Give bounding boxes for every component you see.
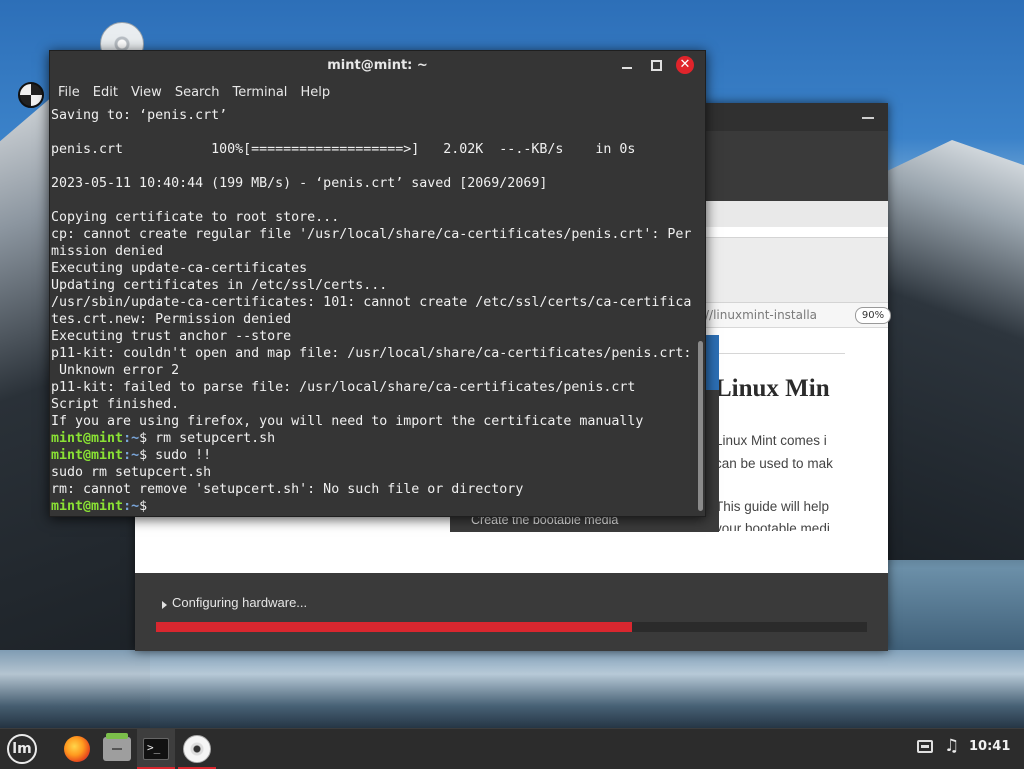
terminal-line: 2023-05-11 10:40:44 (199 MB/s) - ‘penis.… bbox=[51, 176, 548, 191]
music-icon[interactable]: ♫ bbox=[944, 736, 959, 756]
terminal-line: Copying certificate to root store... bbox=[51, 210, 340, 225]
terminal-line: /usr/sbin/update-ca-certificates: 101: c… bbox=[51, 295, 692, 310]
menu-edit[interactable]: Edit bbox=[87, 85, 124, 100]
firefox-icon bbox=[64, 736, 90, 762]
prompt-path: :~ bbox=[123, 431, 140, 446]
files-icon bbox=[103, 733, 131, 761]
prompt-command: $ bbox=[139, 499, 156, 514]
installer-task[interactable] bbox=[178, 729, 216, 769]
terminal-output[interactable]: Saving to: ‘penis.crt’ penis.crt 100%[===… bbox=[50, 106, 695, 516]
terminal-line: Script finished. bbox=[51, 397, 180, 412]
terminal-line: rm: cannot remove 'setupcert.sh': No suc… bbox=[51, 482, 524, 497]
terminal-line: p11-kit: failed to parse file: /usr/loca… bbox=[51, 380, 636, 395]
installer-minimize-button[interactable] bbox=[862, 109, 874, 121]
terminal-line: Executing trust anchor --store bbox=[51, 329, 292, 344]
doc-divider bbox=[719, 353, 845, 354]
prompt-command: $ sudo !! bbox=[139, 448, 212, 463]
terminal-line: If you are using firefox, you will need … bbox=[51, 414, 644, 429]
doc-paragraph-line: can be used to mak bbox=[719, 456, 833, 471]
terminal-line: penis.crt 100%[===================>] 2.0… bbox=[51, 142, 636, 157]
terminal-line: mission denied bbox=[51, 244, 164, 259]
terminal-menubar: File Edit View Search Terminal Help bbox=[50, 79, 705, 106]
menu-button[interactable]: lm bbox=[3, 729, 41, 769]
taskbar: lm >_ bbox=[0, 728, 1024, 769]
menu-file[interactable]: File bbox=[52, 85, 86, 100]
prompt-user: mint@mint bbox=[51, 448, 124, 463]
terminal-line: Unknown error 2 bbox=[51, 363, 180, 378]
doc-paragraph-line: Linux Mint comes i bbox=[719, 433, 827, 448]
close-button[interactable]: ✕ bbox=[676, 56, 694, 74]
terminal-line: Saving to: ‘penis.crt’ bbox=[51, 108, 228, 123]
maximize-button[interactable] bbox=[647, 56, 665, 74]
menu-view[interactable]: View bbox=[125, 85, 168, 100]
dvd-icon bbox=[183, 735, 211, 763]
files-launcher[interactable] bbox=[98, 729, 136, 769]
expander-arrow-icon[interactable] bbox=[162, 601, 167, 609]
installer-header-strip bbox=[705, 201, 888, 227]
installer-progress-bar bbox=[156, 622, 867, 632]
prompt-user: mint@mint bbox=[51, 431, 124, 446]
terminal-lines: Saving to: ‘penis.crt’ penis.crt 100%[===… bbox=[50, 106, 695, 515]
desktop-scenery-lake bbox=[0, 650, 1024, 730]
doc-paragraph-line: your bootable medi bbox=[719, 521, 830, 531]
doc-paragraph-line: This guide will help bbox=[719, 499, 830, 514]
terminal-scrollbar[interactable] bbox=[698, 341, 703, 511]
terminal-line: Updating certificates in /etc/ssl/certs.… bbox=[51, 278, 388, 293]
browser-toolbar bbox=[705, 237, 888, 303]
doc-heading: Linux Min bbox=[719, 375, 830, 402]
doc-page: Linux Min Linux Mint comes i can be used… bbox=[719, 335, 888, 531]
terminal-line: mint@mint:~$ rm setupcert.sh bbox=[51, 430, 695, 447]
prompt-command: $ rm setupcert.sh bbox=[139, 431, 276, 446]
terminal-task[interactable]: >_ bbox=[137, 729, 175, 769]
zoom-level-badge[interactable]: 90% bbox=[855, 307, 891, 324]
url-text: //linuxmint-installa bbox=[705, 308, 818, 322]
installer-status-text: Configuring hardware... bbox=[172, 595, 308, 610]
prompt-user: mint@mint bbox=[51, 499, 124, 514]
terminal-line: tes.crt.new: Permission denied bbox=[51, 312, 292, 327]
terminal-line: sudo rm setupcert.sh bbox=[51, 465, 212, 480]
installer-status-area bbox=[135, 573, 888, 651]
terminal-line: cp: cannot create regular file '/usr/loc… bbox=[51, 227, 692, 242]
terminal-line: Executing update-ca-certificates bbox=[51, 261, 308, 276]
installer-progress-fill bbox=[156, 622, 633, 632]
menu-terminal[interactable]: Terminal bbox=[226, 85, 293, 100]
disk-icon[interactable] bbox=[18, 82, 44, 108]
terminal-title: mint@mint: ~ bbox=[327, 58, 428, 73]
clock[interactable]: 10:41 bbox=[969, 739, 1010, 754]
firefox-launcher[interactable] bbox=[58, 729, 96, 769]
terminal-line: mint@mint:~$ sudo !! bbox=[51, 447, 695, 464]
terminal-line: mint@mint:~$ bbox=[51, 498, 695, 515]
terminal-titlebar[interactable]: mint@mint: ~ ✕ bbox=[50, 51, 705, 79]
prompt-path: :~ bbox=[123, 499, 140, 514]
network-icon[interactable] bbox=[917, 740, 933, 753]
desktop-scenery-right bbox=[864, 140, 1024, 560]
terminal-icon: >_ bbox=[143, 738, 169, 760]
prompt-path: :~ bbox=[123, 448, 140, 463]
mint-logo-icon: lm bbox=[7, 734, 37, 764]
terminal-window: mint@mint: ~ ✕ File Edit View Search Ter… bbox=[49, 50, 706, 517]
menu-search[interactable]: Search bbox=[169, 85, 226, 100]
menu-help[interactable]: Help bbox=[294, 85, 336, 100]
doc-sidebar-accent bbox=[705, 335, 719, 390]
minimize-button[interactable] bbox=[618, 56, 636, 74]
terminal-line: p11-kit: couldn't open and map file: /us… bbox=[51, 346, 692, 361]
